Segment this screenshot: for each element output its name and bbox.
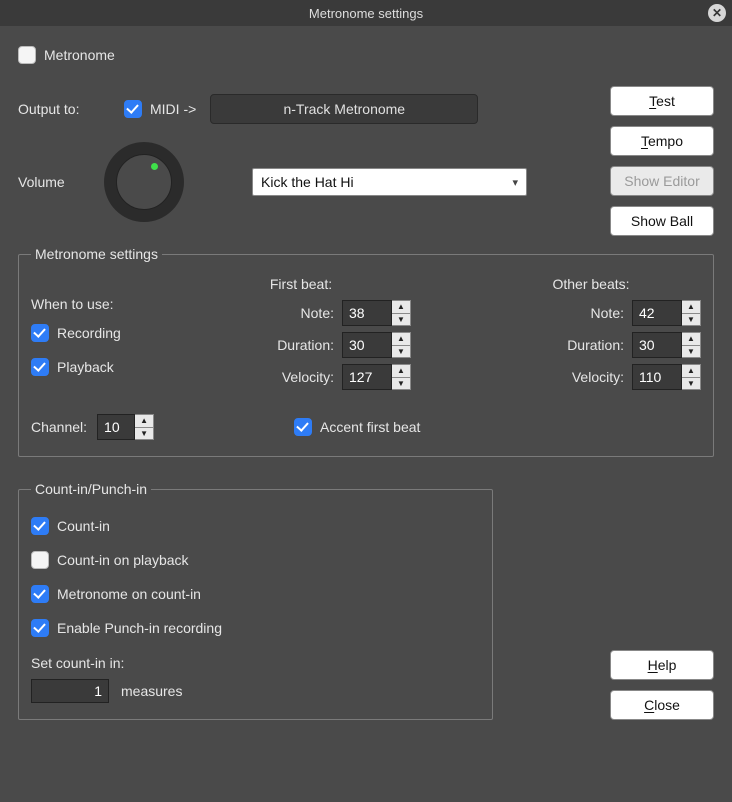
other-note-spinner[interactable]: ▲▼ bbox=[682, 300, 701, 326]
checkbox-icon bbox=[31, 324, 49, 342]
first-note-spinner[interactable]: ▲▼ bbox=[392, 300, 411, 326]
device-button[interactable]: n-Track Metronome bbox=[210, 94, 478, 124]
volume-label: Volume bbox=[18, 174, 90, 190]
metronome-countin-checkbox[interactable]: Metronome on count-in bbox=[31, 585, 480, 603]
spin-up-icon: ▲ bbox=[392, 365, 410, 378]
metronome-settings-legend: Metronome settings bbox=[31, 246, 162, 262]
other-duration-input[interactable]: 30 bbox=[632, 332, 682, 358]
first-note-input[interactable]: 38 bbox=[342, 300, 392, 326]
checkbox-icon bbox=[18, 46, 36, 64]
help-button[interactable]: Help bbox=[610, 650, 714, 680]
spin-down-icon: ▼ bbox=[392, 314, 410, 326]
midi-checkbox[interactable]: MIDI -> bbox=[124, 100, 196, 118]
volume-knob[interactable] bbox=[104, 142, 184, 222]
spin-down-icon: ▼ bbox=[682, 346, 700, 358]
checkbox-icon bbox=[124, 100, 142, 118]
show-ball-button[interactable]: Show Ball bbox=[610, 206, 714, 236]
first-velocity-input[interactable]: 127 bbox=[342, 364, 392, 390]
checkbox-icon bbox=[31, 619, 49, 637]
checkbox-icon bbox=[31, 585, 49, 603]
checkbox-icon bbox=[31, 551, 49, 569]
spin-down-icon: ▼ bbox=[392, 346, 410, 358]
metronome-settings-group: Metronome settings When to use: Recordin… bbox=[18, 246, 714, 457]
other-note-input[interactable]: 42 bbox=[632, 300, 682, 326]
accent-first-beat-checkbox[interactable]: Accent first beat bbox=[294, 418, 420, 436]
when-to-use-label: When to use: bbox=[31, 296, 191, 312]
close-button[interactable]: Close bbox=[610, 690, 714, 720]
output-to-label: Output to: bbox=[18, 101, 110, 117]
checkbox-icon bbox=[31, 517, 49, 535]
checkbox-icon bbox=[294, 418, 312, 436]
channel-spinner[interactable]: ▲▼ bbox=[135, 414, 154, 440]
spin-up-icon: ▲ bbox=[135, 415, 153, 428]
set-countin-label: Set count-in in: bbox=[31, 655, 480, 671]
kit-select[interactable]: Kick the Hat Hi ▾ bbox=[252, 168, 527, 196]
other-velocity-spinner[interactable]: ▲▼ bbox=[682, 364, 701, 390]
channel-input[interactable]: 10 bbox=[97, 414, 135, 440]
spin-up-icon: ▲ bbox=[392, 301, 410, 314]
other-beats-header: Other beats: bbox=[481, 276, 701, 292]
title-bar: Metronome settings ✕ bbox=[0, 0, 732, 26]
countin-group: Count-in/Punch-in Count-in Count-in on p… bbox=[18, 481, 493, 720]
measures-input[interactable]: 1 bbox=[31, 679, 109, 703]
metronome-enable-checkbox[interactable]: Metronome bbox=[18, 46, 115, 64]
spin-up-icon: ▲ bbox=[392, 333, 410, 346]
recording-checkbox[interactable]: Recording bbox=[31, 324, 121, 342]
first-velocity-spinner[interactable]: ▲▼ bbox=[392, 364, 411, 390]
other-velocity-input[interactable]: 110 bbox=[632, 364, 682, 390]
first-beat-header: First beat: bbox=[191, 276, 411, 292]
channel-label: Channel: bbox=[31, 419, 87, 435]
punchin-checkbox[interactable]: Enable Punch-in recording bbox=[31, 619, 480, 637]
spin-up-icon: ▲ bbox=[682, 333, 700, 346]
tempo-button[interactable]: Tempo bbox=[610, 126, 714, 156]
countin-checkbox[interactable]: Count-in bbox=[31, 517, 480, 535]
checkbox-icon bbox=[31, 358, 49, 376]
chevron-down-icon: ▾ bbox=[512, 176, 518, 189]
countin-legend: Count-in/Punch-in bbox=[31, 481, 151, 497]
first-duration-spinner[interactable]: ▲▼ bbox=[392, 332, 411, 358]
close-icon[interactable]: ✕ bbox=[708, 4, 726, 22]
first-duration-input[interactable]: 30 bbox=[342, 332, 392, 358]
spin-down-icon: ▼ bbox=[135, 428, 153, 440]
show-editor-button: Show Editor bbox=[610, 166, 714, 196]
spin-down-icon: ▼ bbox=[392, 378, 410, 390]
spin-down-icon: ▼ bbox=[682, 378, 700, 390]
countin-playback-checkbox[interactable]: Count-in on playback bbox=[31, 551, 480, 569]
spin-down-icon: ▼ bbox=[682, 314, 700, 326]
playback-checkbox[interactable]: Playback bbox=[31, 358, 114, 376]
window-title: Metronome settings bbox=[309, 6, 423, 21]
spin-up-icon: ▲ bbox=[682, 365, 700, 378]
test-button[interactable]: Test bbox=[610, 86, 714, 116]
other-duration-spinner[interactable]: ▲▼ bbox=[682, 332, 701, 358]
knob-indicator-icon bbox=[151, 163, 158, 170]
spin-up-icon: ▲ bbox=[682, 301, 700, 314]
measures-label: measures bbox=[121, 683, 182, 699]
